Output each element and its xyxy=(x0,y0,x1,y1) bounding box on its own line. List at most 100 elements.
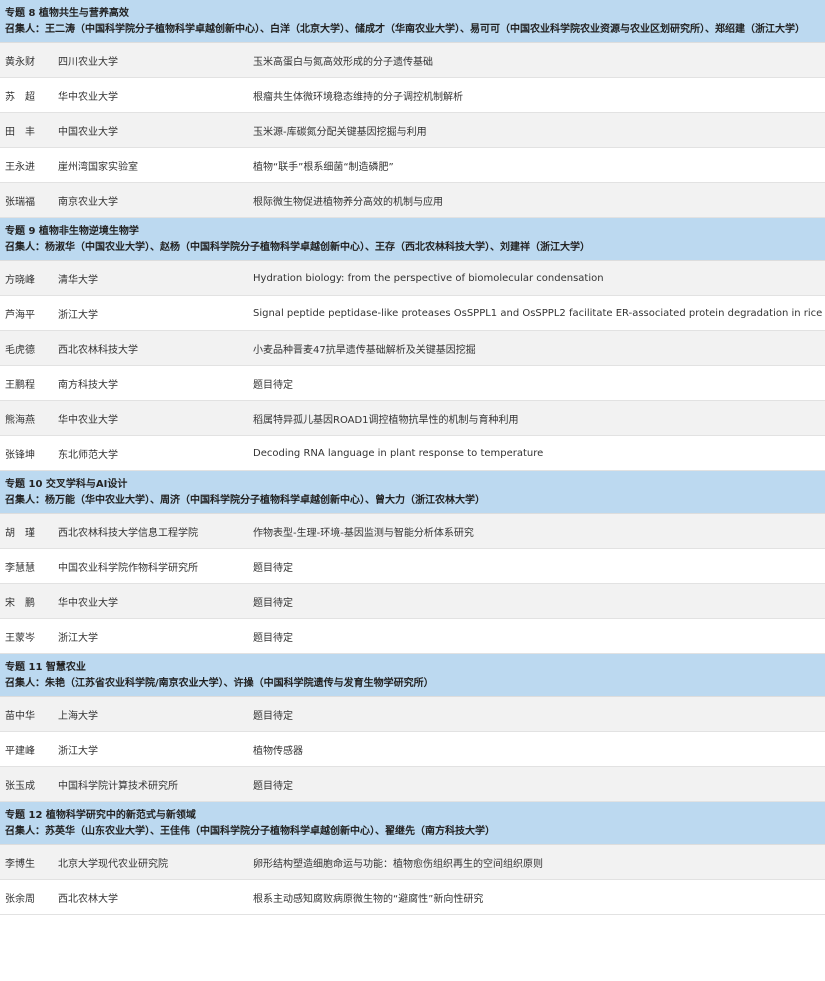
section-header: 专题 12 植物科学研究中的新范式与新领域 召集人：苏英华（山东农业大学）、王佳… xyxy=(0,802,825,845)
speaker-affiliation: 上海大学 xyxy=(58,710,98,722)
section-header: 专题 11 智慧农业 召集人：朱艳（江苏省农业科学院/南京农业大学）、许操（中国… xyxy=(0,654,825,697)
speaker-name: 胡 瑾 xyxy=(5,527,35,539)
speaker-name: 田 丰 xyxy=(5,126,35,138)
talk-title: 植物传感器 xyxy=(253,745,303,757)
speaker-affiliation: 华中农业大学 xyxy=(58,597,118,609)
section-title: 专题 12 植物科学研究中的新范式与新领域 xyxy=(5,810,196,821)
speaker-affiliation: 西北农林科技大学 xyxy=(58,344,138,356)
speaker-name: 苗中华 xyxy=(5,710,35,722)
topic-section-9: 专题 9 植物非生物逆境生物学 召集人：杨淑华（中国农业大学）、赵杨（中国科学院… xyxy=(0,218,825,471)
speaker-name: 黄永财 xyxy=(5,56,35,68)
talk-title: 题目待定 xyxy=(253,597,293,609)
speaker-name: 王永进 xyxy=(5,161,35,173)
table-row: 王永进 崖州湾国家实验室 植物“联手”根系细菌“制造磷肥” xyxy=(0,148,825,183)
talk-title: 玉米源-库碳氮分配关键基因挖掘与利用 xyxy=(253,126,427,138)
speaker-affiliation: 北京大学现代农业研究院 xyxy=(58,858,168,870)
speaker-name: 王蒙岑 xyxy=(5,632,35,644)
topic-section-10: 专题 10 交叉学科与AI设计 召集人：杨万能（华中农业大学）、周济（中国科学院… xyxy=(0,471,825,654)
talk-title: 题目待定 xyxy=(253,710,293,722)
talk-title: 植物“联手”根系细菌“制造磷肥” xyxy=(253,161,394,173)
section-title: 专题 9 植物非生物逆境生物学 xyxy=(5,226,139,237)
speaker-name: 宋 鹏 xyxy=(5,597,35,609)
speaker-affiliation: 浙江大学 xyxy=(58,745,98,757)
speaker-name: 李慧慧 xyxy=(5,562,35,574)
section-conveners: 召集人：苏英华（山东农业大学）、王佳伟（中国科学院分子植物科学卓越创新中心）、翟… xyxy=(5,826,495,837)
speaker-affiliation: 南京农业大学 xyxy=(58,196,118,208)
speaker-affiliation: 浙江大学 xyxy=(58,632,98,644)
talk-title: 题目待定 xyxy=(253,632,293,644)
speaker-affiliation: 西北农林大学 xyxy=(58,893,118,905)
table-row: 张瑞福 南京农业大学 根际微生物促进植物养分高效的机制与应用 xyxy=(0,183,825,218)
table-row: 王鹏程 南方科技大学 题目待定 xyxy=(0,366,825,401)
talk-title: 根系主动感知腐败病原微生物的“避腐性”新向性研究 xyxy=(253,893,484,905)
speaker-name: 王鹏程 xyxy=(5,379,35,391)
speaker-name: 方晓峰 xyxy=(5,274,35,286)
table-row: 王蒙岑 浙江大学 题目待定 xyxy=(0,619,825,654)
speaker-name: 平建峰 xyxy=(5,745,35,757)
talk-title: 根瘤共生体微环境稳态维持的分子调控机制解析 xyxy=(253,91,463,103)
talk-title: 稻属特异孤儿基因ROAD1调控植物抗旱性的机制与育种利用 xyxy=(253,414,519,426)
talk-title: Hydration biology: from the perspective … xyxy=(253,272,604,284)
section-conveners: 召集人：朱艳（江苏省农业科学院/南京农业大学）、许操（中国科学院遗传与发育生物学… xyxy=(5,678,434,689)
speaker-affiliation: 中国农业大学 xyxy=(58,126,118,138)
speaker-affiliation: 华中农业大学 xyxy=(58,414,118,426)
table-row: 芦海平 浙江大学 Signal peptide peptidase-like p… xyxy=(0,296,825,331)
speaker-affiliation: 崖州湾国家实验室 xyxy=(58,161,138,173)
table-row: 黄永财 四川农业大学 玉米高蛋白与氮高效形成的分子遗传基础 xyxy=(0,43,825,78)
speaker-affiliation: 西北农林科技大学信息工程学院 xyxy=(58,527,198,539)
table-row: 苏 超 华中农业大学 根瘤共生体微环境稳态维持的分子调控机制解析 xyxy=(0,78,825,113)
topic-section-8: 专题 8 植物共生与营养高效 召集人：王二涛（中国科学院分子植物科学卓越创新中心… xyxy=(0,0,825,218)
table-row: 毛虎德 西北农林科技大学 小麦品种晋麦47抗旱遗传基础解析及关键基因挖掘 xyxy=(0,331,825,366)
section-conveners: 召集人：杨万能（华中农业大学）、周济（中国科学院分子植物科学卓越创新中心）、曾大… xyxy=(5,495,485,506)
table-row: 李慧慧 中国农业科学院作物科学研究所 题目待定 xyxy=(0,549,825,584)
talk-title: 题目待定 xyxy=(253,562,293,574)
talk-title: Decoding RNA language in plant response … xyxy=(253,447,544,459)
speaker-name: 张余周 xyxy=(5,893,35,905)
speaker-name: 张玉成 xyxy=(5,780,35,792)
speaker-name: 李博生 xyxy=(5,858,35,870)
speaker-name: 芦海平 xyxy=(5,309,35,321)
table-row: 平建峰 浙江大学 植物传感器 xyxy=(0,732,825,767)
talk-title: 玉米高蛋白与氮高效形成的分子遗传基础 xyxy=(253,56,433,68)
section-header: 专题 9 植物非生物逆境生物学 召集人：杨淑华（中国农业大学）、赵杨（中国科学院… xyxy=(0,218,825,261)
talk-title: 作物表型-生理-环境-基因监测与智能分析体系研究 xyxy=(253,527,474,539)
talk-title: Signal peptide peptidase-like proteases … xyxy=(253,307,823,319)
section-title: 专题 11 智慧农业 xyxy=(5,662,86,673)
talk-title: 题目待定 xyxy=(253,379,293,391)
talk-title: 题目待定 xyxy=(253,780,293,792)
table-row: 张锋坤 东北师范大学 Decoding RNA language in plan… xyxy=(0,436,825,471)
speaker-affiliation: 清华大学 xyxy=(58,274,98,286)
talk-title: 卵形结构塑造细胞命运与功能：植物愈伤组织再生的空间组织原则 xyxy=(253,858,543,870)
speaker-affiliation: 浙江大学 xyxy=(58,309,98,321)
section-title: 专题 8 植物共生与营养高效 xyxy=(5,8,129,19)
speaker-name: 张瑞福 xyxy=(5,196,35,208)
section-title: 专题 10 交叉学科与AI设计 xyxy=(5,479,128,490)
speaker-affiliation: 南方科技大学 xyxy=(58,379,118,391)
topic-section-12: 专题 12 植物科学研究中的新范式与新领域 召集人：苏英华（山东农业大学）、王佳… xyxy=(0,802,825,915)
table-row: 李博生 北京大学现代农业研究院 卵形结构塑造细胞命运与功能：植物愈伤组织再生的空… xyxy=(0,845,825,880)
table-row: 田 丰 中国农业大学 玉米源-库碳氮分配关键基因挖掘与利用 xyxy=(0,113,825,148)
section-conveners: 召集人：杨淑华（中国农业大学）、赵杨（中国科学院分子植物科学卓越创新中心）、王存… xyxy=(5,242,590,253)
section-header: 专题 8 植物共生与营养高效 召集人：王二涛（中国科学院分子植物科学卓越创新中心… xyxy=(0,0,825,43)
table-row: 胡 瑾 西北农林科技大学信息工程学院 作物表型-生理-环境-基因监测与智能分析体… xyxy=(0,514,825,549)
table-row: 熊海燕 华中农业大学 稻属特异孤儿基因ROAD1调控植物抗旱性的机制与育种利用 xyxy=(0,401,825,436)
conference-schedule: 专题 8 植物共生与营养高效 召集人：王二涛（中国科学院分子植物科学卓越创新中心… xyxy=(0,0,825,915)
speaker-affiliation: 东北师范大学 xyxy=(58,449,118,461)
topic-section-11: 专题 11 智慧农业 召集人：朱艳（江苏省农业科学院/南京农业大学）、许操（中国… xyxy=(0,654,825,802)
section-header: 专题 10 交叉学科与AI设计 召集人：杨万能（华中农业大学）、周济（中国科学院… xyxy=(0,471,825,514)
speaker-name: 毛虎德 xyxy=(5,344,35,356)
table-row: 苗中华 上海大学 题目待定 xyxy=(0,697,825,732)
table-row: 宋 鹏 华中农业大学 题目待定 xyxy=(0,584,825,619)
section-conveners: 召集人：王二涛（中国科学院分子植物科学卓越创新中心）、白洋（北京大学）、储成才（… xyxy=(5,24,805,35)
table-row: 张玉成 中国科学院计算技术研究所 题目待定 xyxy=(0,767,825,802)
talk-title: 小麦品种晋麦47抗旱遗传基础解析及关键基因挖掘 xyxy=(253,344,476,356)
table-row: 方晓峰 清华大学 Hydration biology: from the per… xyxy=(0,261,825,296)
talk-title: 根际微生物促进植物养分高效的机制与应用 xyxy=(253,196,443,208)
speaker-affiliation: 中国科学院计算技术研究所 xyxy=(58,780,178,792)
speaker-name: 苏 超 xyxy=(5,91,35,103)
table-row: 张余周 西北农林大学 根系主动感知腐败病原微生物的“避腐性”新向性研究 xyxy=(0,880,825,915)
speaker-affiliation: 中国农业科学院作物科学研究所 xyxy=(58,562,198,574)
speaker-affiliation: 四川农业大学 xyxy=(58,56,118,68)
speaker-affiliation: 华中农业大学 xyxy=(58,91,118,103)
speaker-name: 熊海燕 xyxy=(5,414,35,426)
